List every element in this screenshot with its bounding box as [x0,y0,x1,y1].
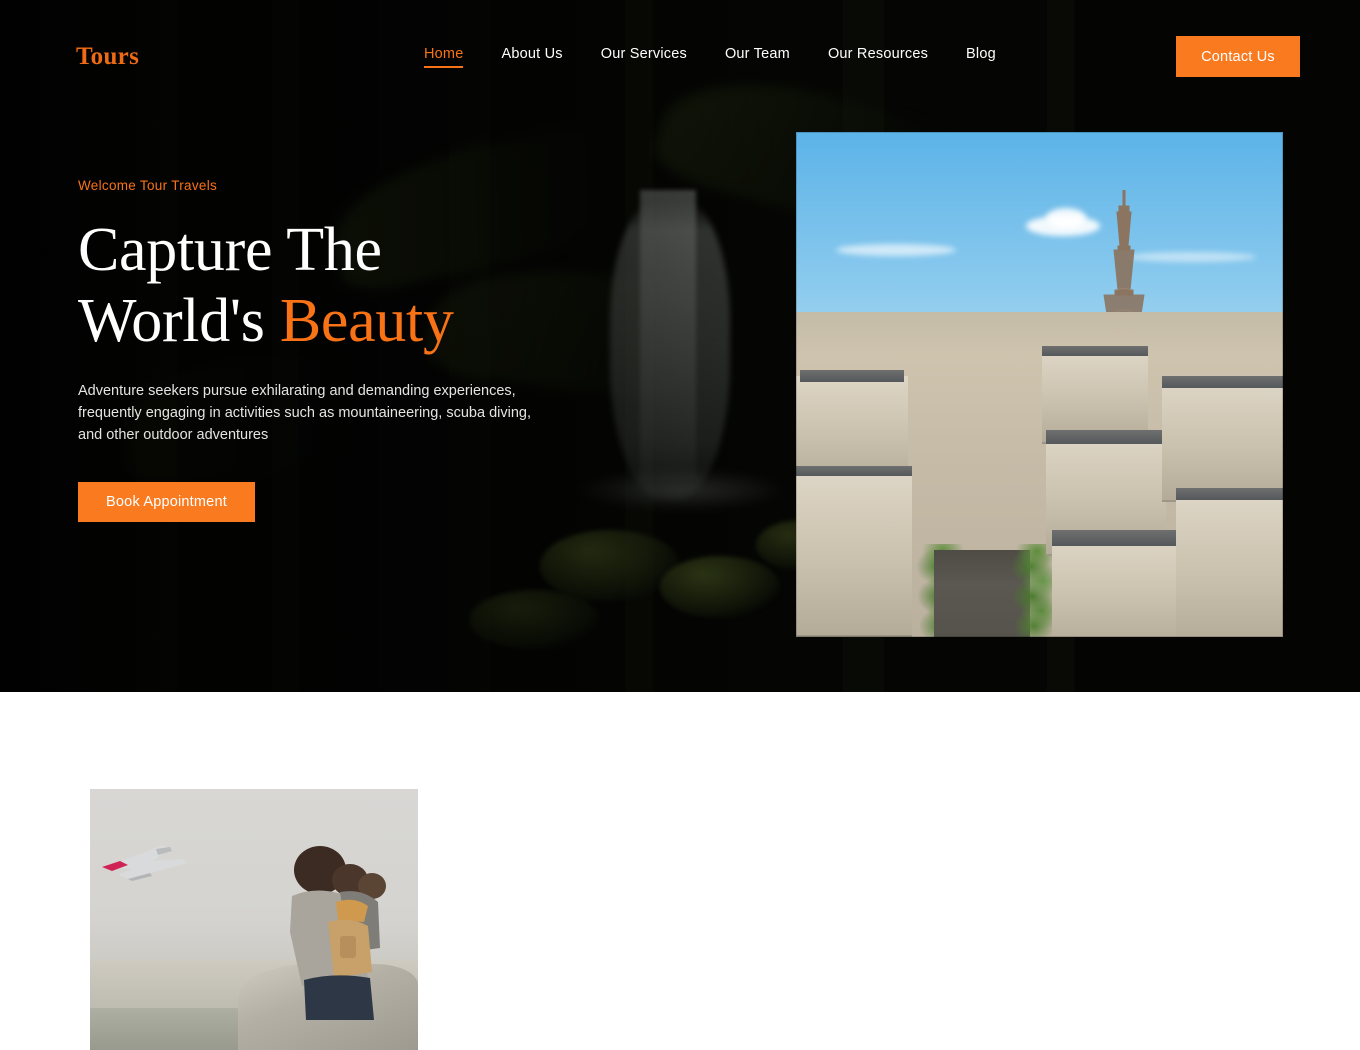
building-roof [1042,346,1148,356]
paris-cityscape [796,312,1283,637]
hero-title-line2-accent: Beauty [279,286,454,355]
hikers-silhouette [290,846,386,1020]
nav-item-blog[interactable]: Blog [966,46,996,68]
cloud-shape [1046,208,1086,228]
building-roof [1046,430,1166,444]
hero-content: Welcome Tour Travels Capture The World's… [78,178,678,523]
cloud-shape [836,244,956,256]
about-section: About Us I'M ALMOST UNIQUE 10 YEARS IN D… [0,692,1360,1050]
nav-links: Home About Us Our Services Our Team Our … [424,46,996,68]
nav-item-home[interactable]: Home [424,46,464,68]
nav-item-about-us[interactable]: About Us [501,46,562,68]
main-navigation: Tours Home About Us Our Services Our Tea… [0,0,1360,112]
building-block [796,472,912,637]
building-block [1162,382,1283,502]
book-appointment-button[interactable]: Book Appointment [78,482,255,523]
hero-title-line2-plain: World's [78,286,280,355]
contact-us-button[interactable]: Contact Us [1176,36,1300,77]
nav-item-our-services[interactable]: Our Services [601,46,687,68]
hero-paragraph: Adventure seekers pursue exhilarating an… [78,383,531,444]
building-roof [796,466,912,476]
nav-item-our-team[interactable]: Our Team [725,46,790,68]
about-image-hikers [90,789,418,1050]
building-roof [800,370,904,382]
site-logo[interactable]: Tours [76,43,139,71]
building-block [1176,494,1283,637]
hero-paris-image [796,132,1283,637]
hero-title: Capture The World's Beauty [78,215,678,356]
building-roof [1176,488,1283,500]
nav-item-our-resources[interactable]: Our Resources [828,46,928,68]
building-roof [1162,376,1283,388]
hero-section: Tours Home About Us Our Services Our Tea… [0,0,1360,692]
hero-title-line1: Capture The [78,216,382,284]
hero-eyebrow: Welcome Tour Travels [78,178,218,193]
airplane-icon [102,845,188,881]
